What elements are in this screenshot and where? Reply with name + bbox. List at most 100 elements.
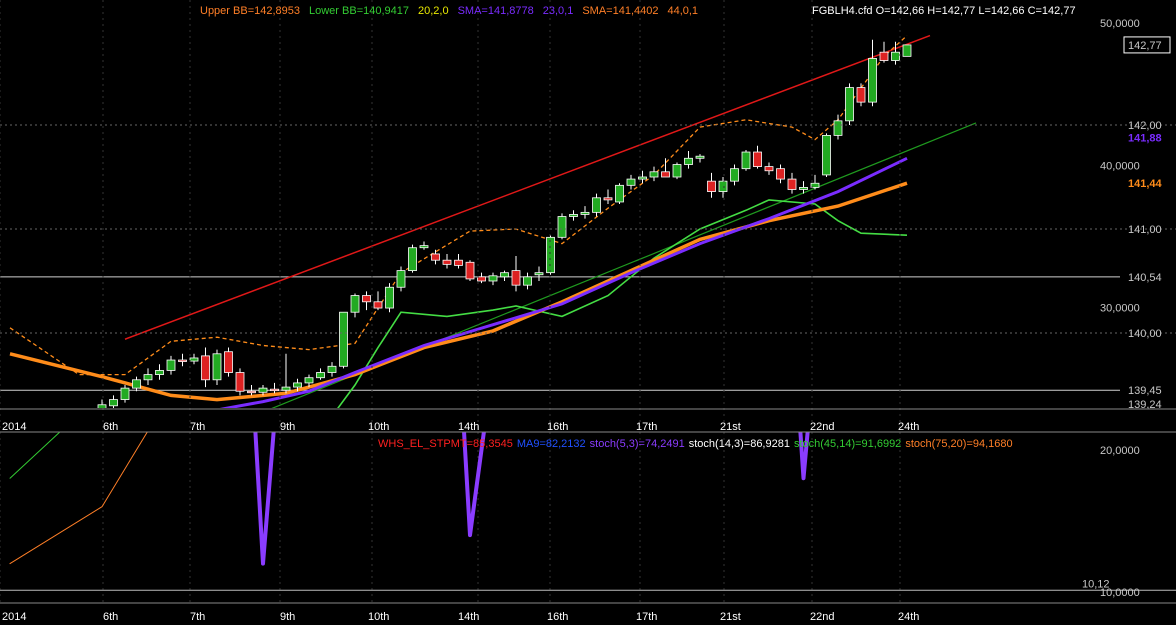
candle-body: [408, 247, 417, 272]
price-x-label: 14th: [458, 421, 479, 433]
price-tag-label: 139,45: [1128, 385, 1162, 397]
candle-27: [408, 244, 417, 273]
candle-body: [385, 286, 394, 309]
price-x-label: 21st: [720, 421, 741, 433]
legend-bottom-item: WHS_EL_STPMT=85,3545: [378, 438, 513, 450]
candle-body: [339, 311, 348, 367]
candle-body: [822, 134, 831, 176]
candle-body: [189, 357, 199, 362]
legend-bottom-item: stoch(45,14)=91,6992: [794, 438, 901, 450]
symbol-info: FGBLH4.cfd O=142,66 H=142,77 L=142,66 C=…: [812, 5, 1076, 17]
candle-body: [546, 236, 555, 274]
candle-body: [235, 372, 245, 392]
candle-body: [500, 272, 509, 278]
candle-body: [281, 386, 291, 391]
candle-10: [212, 349, 222, 385]
price-x-label: 9th: [280, 421, 295, 433]
candle-body: [419, 245, 429, 249]
candle-body: [580, 211, 590, 215]
candle-body: [350, 295, 360, 313]
candle-body: [879, 51, 889, 61]
candle-12: [235, 368, 245, 396]
trading-chart: 142,00 141,00 140,00 142,77 141,88 141,44 140,…: [0, 0, 1176, 625]
price-x-label: 17th: [636, 421, 657, 433]
osc-tick-label: 40,0000: [1100, 160, 1140, 172]
price-tick-label: 141,00: [1128, 224, 1162, 236]
candle-body: [477, 276, 486, 282]
candle-body: [155, 370, 164, 376]
candle-body: [523, 276, 532, 286]
price-tag-label: 142,77: [1128, 40, 1162, 52]
candle-body: [316, 372, 325, 379]
candle-body: [224, 351, 233, 373]
candle-56: [741, 149, 751, 171]
legend-bottom-item: stoch(5,3)=74,2491: [590, 438, 685, 450]
price-tag-label: 140,54: [1128, 272, 1162, 284]
candle-body: [166, 359, 176, 371]
candle-body: [776, 168, 785, 180]
osc-x-label: 9th: [280, 611, 295, 623]
candle-body: [120, 387, 130, 400]
osc-x-label: 22nd: [810, 611, 834, 623]
legend-top-item: 44,0,1: [667, 5, 698, 17]
candle-body: [649, 171, 659, 178]
legend-bottom-item: stoch(14,3)=86,9281: [689, 438, 790, 450]
price-tag-level: 140,54: [1128, 272, 1162, 284]
candle-body: [626, 178, 636, 186]
candle-body: [730, 168, 739, 182]
osc-tick-label: 50,0000: [1100, 18, 1140, 30]
osc-x-label: 7th: [190, 611, 205, 623]
legend-top-item: Upper BB=142,8953: [200, 5, 300, 17]
legend-bottom-item: MA9=82,2132: [517, 438, 586, 450]
osc-x-label: 17th: [636, 611, 657, 623]
candle-body: [132, 379, 141, 389]
price-x-label: 24th: [898, 421, 919, 433]
legend-top-item: Lower BB=140,9417: [309, 5, 409, 17]
price-tick-label: 142,00: [1128, 120, 1162, 132]
osc-x-label: 21st: [720, 611, 741, 623]
candle-body: [615, 184, 624, 203]
candle-body: [373, 301, 383, 309]
osc-x-label: 14th: [458, 611, 479, 623]
candle-body: [511, 270, 521, 286]
price-x-label: 7th: [190, 421, 205, 433]
candle-body: [362, 295, 371, 303]
candle-body: [270, 388, 279, 392]
candle-body: [488, 275, 498, 282]
legend-bottom-item: stoch(75,20)=94,1680: [905, 438, 1012, 450]
osc-x-label: 6th: [103, 611, 118, 623]
price-x-label: 22nd: [810, 421, 834, 433]
candle-50: [672, 162, 682, 180]
price-tag-sma23: 141,88: [1128, 132, 1162, 144]
candle-63: [822, 133, 831, 177]
legend-top-item: 20,2,0: [418, 5, 449, 17]
candle-body: [258, 387, 268, 393]
candle-body: [902, 44, 912, 57]
candle-body: [603, 197, 613, 201]
price-tag-level: 139,45: [1128, 385, 1162, 397]
candle-body: [695, 155, 705, 159]
price-x-label: 10th: [368, 421, 389, 433]
candle-body: [684, 157, 693, 165]
candle-body: [741, 151, 751, 170]
candle-body: [431, 253, 440, 261]
candle-70: [902, 44, 912, 57]
candle-body: [569, 214, 578, 217]
candle-body: [672, 164, 682, 178]
candle-body: [178, 359, 187, 362]
candle-40: [557, 213, 567, 240]
legend-top-item: SMA=141,4402: [582, 5, 658, 17]
price-tick-label: 140,00: [1128, 328, 1162, 340]
candle-body: [247, 390, 256, 394]
candle-body: [109, 399, 118, 407]
price-tag-sma44: 141,44: [1128, 178, 1163, 190]
candle-body: [799, 186, 808, 190]
candle-body: [764, 166, 774, 172]
candle-body: [868, 58, 877, 103]
price-x-label: 2014: [2, 421, 26, 433]
candle-body: [534, 272, 544, 276]
candle-body: [592, 197, 601, 213]
candle-25: [385, 283, 394, 313]
candle-body: [143, 374, 153, 381]
candle-body: [787, 178, 797, 190]
